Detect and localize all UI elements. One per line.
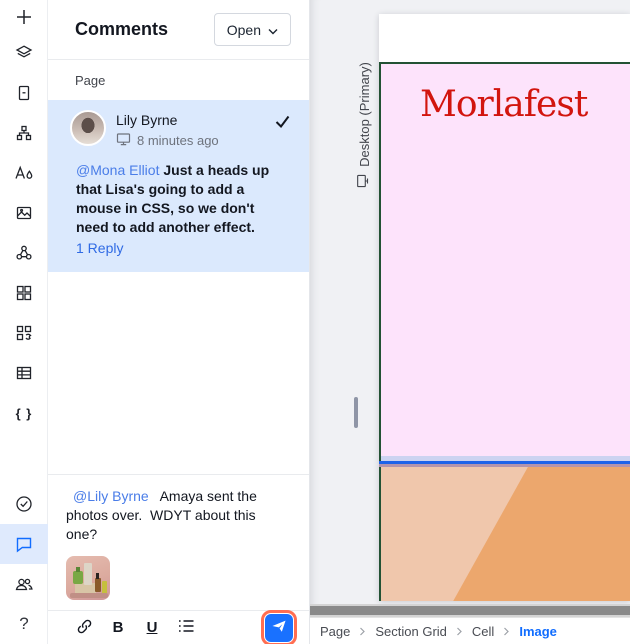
comment-bubble-icon xyxy=(14,534,34,554)
comments-section-row: Page xyxy=(48,60,309,100)
image-icon xyxy=(14,203,34,223)
breakpoint-label[interactable]: Desktop (Primary) xyxy=(354,50,374,200)
horizontal-scrollbar[interactable] xyxy=(310,604,630,617)
comment-timestamp: 8 minutes ago xyxy=(137,133,219,148)
editor-canvas[interactable]: Desktop (Primary) Morlafest Page Section… xyxy=(310,0,630,644)
comments-empty-area xyxy=(48,272,309,474)
add-element-button[interactable] xyxy=(0,0,48,33)
desktop-icon xyxy=(116,132,131,149)
grid-icon xyxy=(14,283,34,303)
link-icon xyxy=(75,617,94,639)
hero-section[interactable]: Morlafest xyxy=(379,62,630,456)
attached-image-thumbnail[interactable] xyxy=(66,556,110,600)
sidebar-item-layers[interactable] xyxy=(0,33,48,73)
thumb-dropper-cap xyxy=(96,573,99,579)
sidebar-item-pages[interactable] xyxy=(0,73,48,113)
thumb-tall-bottle xyxy=(84,563,92,585)
breadcrumb: Page Section Grid Cell Image xyxy=(310,617,630,644)
filter-dropdown-label: Open xyxy=(226,21,261,38)
thumb-green-bottle xyxy=(73,571,83,584)
resolved-check-icon[interactable] xyxy=(274,110,291,134)
panel-title: Comments xyxy=(75,19,169,39)
sidebar-item-media[interactable] xyxy=(0,193,48,233)
vertical-scroll-handle[interactable] xyxy=(354,397,358,428)
thumb-green-cap xyxy=(76,567,80,572)
bullet-list-icon xyxy=(177,618,196,637)
breakpoint-label-text: Desktop (Primary) xyxy=(356,62,372,167)
breadcrumb-item-image[interactable]: Image xyxy=(519,624,557,639)
draft-mention-link[interactable]: @Lily Byrne xyxy=(73,488,149,504)
people-icon xyxy=(13,574,35,594)
draft-text: @Lily Byrne Amaya sent the photos over. … xyxy=(66,487,289,544)
sidebar-item-code[interactable]: { } xyxy=(0,393,48,433)
desktop-frame-icon xyxy=(356,174,372,188)
chevron-down-icon xyxy=(268,22,278,38)
attach-link-button[interactable] xyxy=(74,618,94,638)
page-icon xyxy=(14,83,34,103)
sidebar-item-typography[interactable] xyxy=(0,153,48,193)
page-header-band[interactable] xyxy=(379,14,630,62)
selected-image-section[interactable] xyxy=(379,467,630,601)
image-diagonal-shape xyxy=(453,467,630,601)
sidebar-item-sitemap[interactable] xyxy=(0,113,48,153)
comment-author: Lily Byrne xyxy=(116,112,178,128)
bullet-list-button[interactable] xyxy=(176,618,196,638)
chevron-right-icon xyxy=(359,627,366,636)
reply-count-link[interactable]: 1 Reply xyxy=(76,240,123,256)
avatar xyxy=(70,110,106,146)
sidebar-item-help[interactable]: ? xyxy=(0,604,48,644)
plus-icon xyxy=(14,7,34,27)
check-circle-icon xyxy=(14,494,34,514)
code-braces-icon: { } xyxy=(15,405,33,421)
sidebar-item-comments[interactable] xyxy=(0,524,48,564)
sidebar-item-app-blocks[interactable] xyxy=(0,313,48,353)
hero-heading[interactable]: Morlafest xyxy=(420,84,630,125)
sitemap-icon xyxy=(14,123,34,143)
underline-button[interactable]: U xyxy=(142,618,162,638)
design-page[interactable]: Morlafest xyxy=(379,14,630,601)
comment-thread-item[interactable]: Lily Byrne 8 minutes ago @Mona Elliot Ju… xyxy=(48,100,309,272)
send-comment-button[interactable] xyxy=(261,609,297,644)
sidebar-item-my-designs[interactable] xyxy=(0,273,48,313)
bold-button[interactable]: B xyxy=(108,618,128,638)
comments-panel: Comments Open Page Lily Byrne 8 minutes … xyxy=(48,0,310,644)
sidebar-item-team[interactable] xyxy=(0,564,48,604)
blocks-icon xyxy=(14,323,34,343)
breadcrumb-item-cell[interactable]: Cell xyxy=(472,624,494,639)
comment-body: @Mona Elliot Just a heads up that Lisa's… xyxy=(76,161,287,237)
tool-sidebar: { } ? xyxy=(0,0,48,644)
sidebar-item-community[interactable] xyxy=(0,233,48,273)
comment-editor-toolbar: B U xyxy=(48,609,309,644)
sidebar-item-checklist[interactable] xyxy=(0,484,48,524)
breadcrumb-item-section-grid[interactable]: Section Grid xyxy=(375,624,447,639)
table-icon xyxy=(14,363,34,383)
chevron-right-icon xyxy=(503,627,510,636)
typography-icon xyxy=(13,163,35,183)
mention-link[interactable]: @Mona Elliot xyxy=(76,162,159,178)
comments-scope-label: Page xyxy=(75,72,106,88)
thumb-base-shadow xyxy=(70,593,108,598)
breadcrumb-item-page[interactable]: Page xyxy=(320,624,350,639)
molecule-icon xyxy=(14,243,34,263)
send-icon xyxy=(271,619,287,636)
sidebar-item-content-tables[interactable] xyxy=(0,353,48,393)
filter-dropdown[interactable]: Open xyxy=(213,13,291,46)
comments-panel-header: Comments Open xyxy=(48,0,309,60)
layers-icon xyxy=(14,43,34,63)
question-mark-icon: ? xyxy=(19,614,29,633)
horizontal-scrollbar-thumb[interactable] xyxy=(310,606,630,615)
thumb-dropper-bottle xyxy=(95,578,101,592)
chevron-right-icon xyxy=(456,627,463,636)
comment-draft-area[interactable]: @Lily Byrne Amaya sent the photos over. … xyxy=(48,474,309,610)
